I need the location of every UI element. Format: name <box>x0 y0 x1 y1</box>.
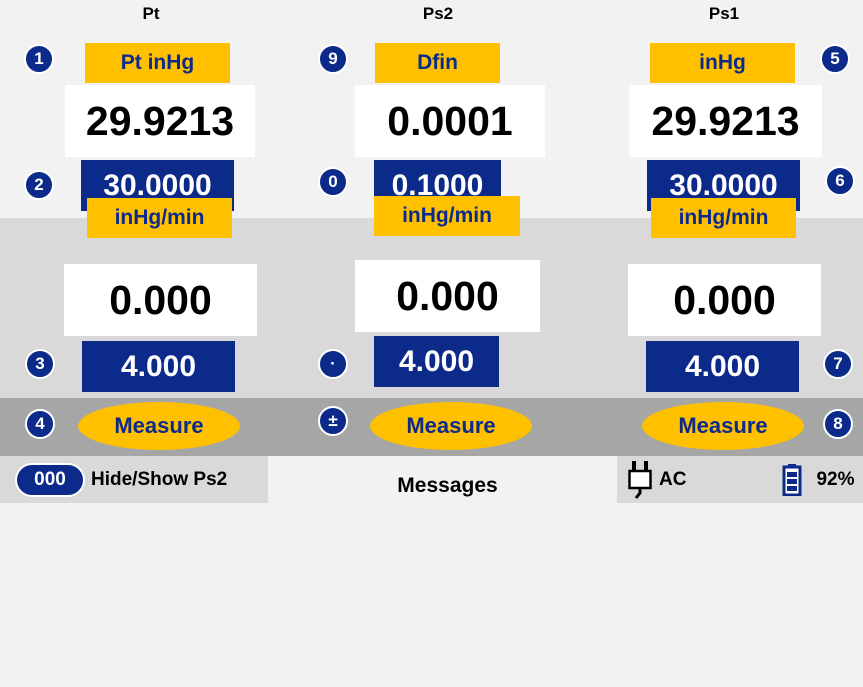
messages-area: Messages <box>350 462 545 509</box>
ps2-measure-button[interactable]: Measure <box>370 402 532 450</box>
key-badge-1[interactable]: 1 <box>24 44 54 74</box>
pt-rate-setpoint-field[interactable]: 4.000 <box>82 341 235 392</box>
pt-rate-unit-label[interactable]: inHg/min <box>87 198 232 238</box>
status-area: AC 92% <box>617 456 863 503</box>
ps2-rate-display: 0.000 <box>355 260 540 332</box>
ps1-value-display: 29.9213 <box>629 85 822 157</box>
power-source-label: AC <box>659 468 687 490</box>
column-title-pt: Pt <box>142 4 160 23</box>
key-badge-7[interactable]: 7 <box>823 349 853 379</box>
key-badge-dot[interactable]: · <box>318 349 348 379</box>
ps2-value-display: 0.0001 <box>355 85 545 157</box>
ps1-rate-display: 0.000 <box>628 264 821 336</box>
key-badge-5[interactable]: 5 <box>820 44 850 74</box>
key-badge-plus-minus[interactable]: ± <box>318 406 348 436</box>
key-badge-0[interactable]: 0 <box>318 167 348 197</box>
ps2-rate-setpoint-field[interactable]: 4.000 <box>374 336 499 387</box>
ps1-rate-unit-label[interactable]: inHg/min <box>651 198 796 238</box>
ps2-rate-unit-label[interactable]: inHg/min <box>374 196 520 236</box>
ps1-rate-setpoint-field[interactable]: 4.000 <box>646 341 799 392</box>
key-badge-4[interactable]: 4 <box>25 409 55 439</box>
toggle-key-badge: 000 <box>15 462 85 497</box>
column-title-ps1: Ps1 <box>708 4 740 23</box>
ps2-unit-label[interactable]: Dfin <box>375 43 500 83</box>
pt-value-display: 29.9213 <box>65 85 255 157</box>
ps1-measure-button[interactable]: Measure <box>642 402 804 450</box>
battery-icon <box>782 463 802 496</box>
pt-rate-display: 0.000 <box>64 264 257 336</box>
ps1-unit-label[interactable]: inHg <box>650 43 795 83</box>
pt-measure-button[interactable]: Measure <box>78 402 240 450</box>
key-badge-6[interactable]: 6 <box>825 166 855 196</box>
ac-plug-icon <box>628 460 652 499</box>
messages-label: Messages <box>397 473 498 497</box>
pt-unit-label[interactable]: Pt inHg <box>85 43 230 83</box>
key-badge-8[interactable]: 8 <box>823 409 853 439</box>
key-badge-3[interactable]: 3 <box>25 349 55 379</box>
key-badge-2[interactable]: 2 <box>24 170 54 200</box>
battery-percentage: 92% <box>816 468 855 490</box>
hide-show-ps2-label: Hide/Show Ps2 <box>91 468 228 490</box>
column-title-ps2: Ps2 <box>422 4 454 23</box>
hide-show-ps2-button[interactable]: 000 Hide/Show Ps2 <box>0 456 268 503</box>
key-badge-9[interactable]: 9 <box>318 44 348 74</box>
